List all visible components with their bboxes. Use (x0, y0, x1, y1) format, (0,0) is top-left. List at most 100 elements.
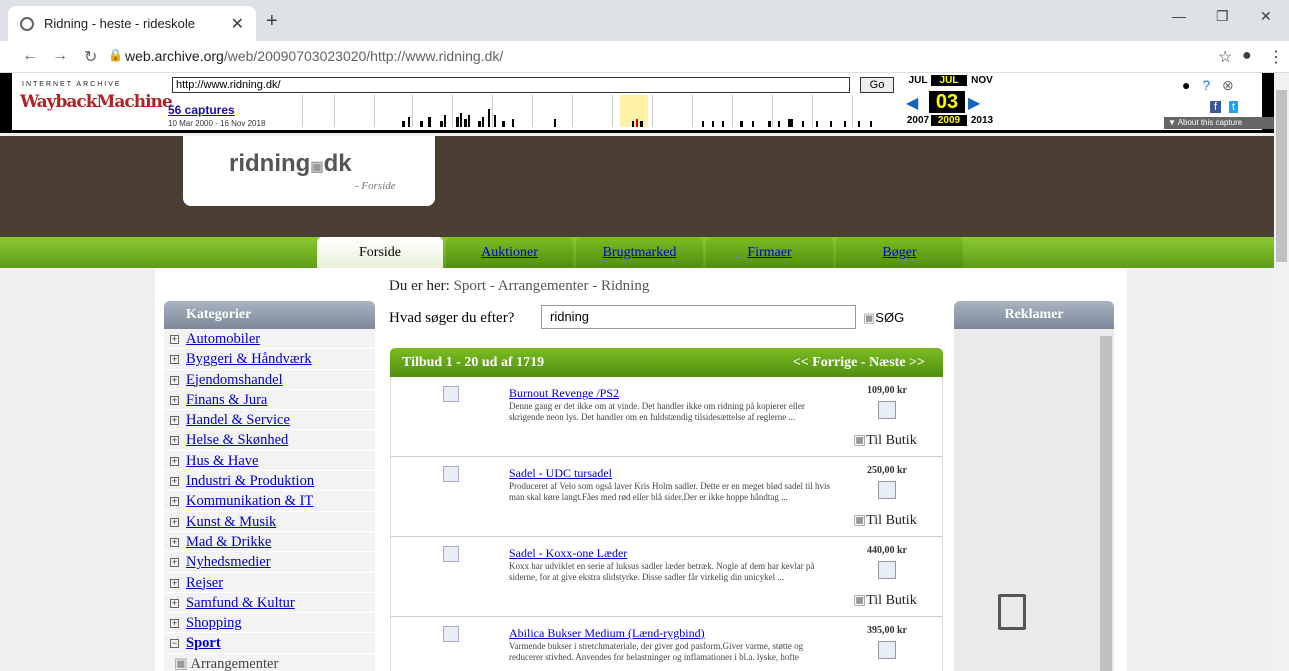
category-link[interactable]: Kunst & Musik (186, 514, 276, 530)
expand-icon[interactable]: + (170, 619, 179, 629)
tab-boger[interactable]: Bøger (836, 237, 963, 268)
breadcrumb-path[interactable]: Sport - Arrangementer - Ridning (454, 278, 650, 294)
collapse-icon[interactable]: − (170, 639, 179, 649)
shop-link[interactable]: ▣Til Butik (853, 592, 917, 609)
wayback-logo[interactable]: WaybackMachine (20, 92, 173, 112)
category-item[interactable]: + Automobiler (164, 329, 375, 350)
new-tab-button[interactable]: + (266, 10, 278, 33)
tab-firmaer[interactable]: Firmaer (706, 237, 833, 268)
category-item[interactable]: + Industri & Produktion (164, 471, 375, 492)
next-capture-icon[interactable]: ▶ (968, 93, 980, 113)
category-link[interactable]: Mad & Drikke (186, 534, 271, 550)
category-item[interactable]: + Nyhedsmedier (164, 552, 375, 573)
reload-icon[interactable]: ↻ (84, 47, 97, 67)
expand-icon[interactable]: + (170, 355, 179, 365)
category-link[interactable]: Byggeri & Håndværk (186, 351, 312, 367)
wayback-url-input[interactable]: http://www.ridning.dk/ (172, 77, 850, 93)
category-item[interactable]: + Kommunikation & IT (164, 491, 375, 512)
expand-icon[interactable]: + (170, 375, 179, 385)
category-item[interactable]: + Handel & Service (164, 410, 375, 431)
expand-icon[interactable]: + (170, 456, 179, 466)
expand-icon[interactable]: + (170, 436, 179, 446)
restore-icon[interactable]: ❐ (1216, 8, 1229, 25)
results-pagination[interactable]: << Forrige - Næste >> (793, 348, 925, 377)
category-item[interactable]: + Byggeri & Håndværk (164, 349, 375, 370)
category-link[interactable]: Kommunikation & IT (186, 493, 313, 509)
product-image[interactable] (443, 626, 459, 642)
expand-icon[interactable]: + (170, 598, 179, 608)
result-title[interactable]: Sadel - Koxx-one Læder (509, 546, 627, 561)
expand-icon[interactable]: + (170, 558, 179, 568)
result-title[interactable]: Sadel - UDC tursadel (509, 466, 612, 481)
expand-icon[interactable]: + (170, 517, 179, 527)
expand-icon[interactable]: + (170, 578, 179, 588)
back-icon[interactable]: ← (22, 47, 38, 65)
help-icon[interactable]: ? (1202, 77, 1210, 93)
capture-histogram[interactable] (302, 95, 890, 127)
expand-icon[interactable]: + (170, 537, 179, 547)
category-link[interactable]: Ejendomshandel (186, 372, 283, 388)
category-item[interactable]: + Hus & Have (164, 451, 375, 472)
price-image[interactable] (878, 481, 896, 499)
wayback-go-button[interactable]: Go (860, 77, 894, 93)
user-icon[interactable]: ● (1182, 77, 1190, 93)
expand-icon[interactable]: + (170, 395, 179, 405)
facebook-icon[interactable]: f (1210, 101, 1222, 113)
menu-icon[interactable]: ⋮ (1268, 47, 1284, 67)
category-link[interactable]: Automobiler (186, 331, 260, 347)
result-title[interactable]: Abilica Bukser Medium (Lænd-rygbind) (509, 626, 705, 641)
category-link[interactable]: Samfund & Kultur (186, 595, 295, 611)
category-link[interactable]: Handel & Service (186, 412, 290, 428)
prev-capture-icon[interactable]: ◀ (906, 93, 918, 113)
category-item[interactable]: + Shopping (164, 613, 375, 634)
category-link[interactable]: Shopping (186, 615, 242, 631)
category-item[interactable]: + Rejser (164, 573, 375, 593)
search-input[interactable]: ridning (541, 305, 856, 329)
page-scrollbar-thumb[interactable] (1276, 90, 1287, 262)
expand-icon[interactable]: + (170, 477, 179, 487)
expand-icon[interactable]: + (170, 335, 179, 344)
category-item-open[interactable]: − Sport (164, 633, 375, 654)
profile-icon[interactable]: ● (1242, 47, 1252, 65)
category-item[interactable]: + Helse & Skønhed (164, 430, 375, 451)
shop-link[interactable]: ▣Til Butik (853, 432, 917, 449)
minimize-icon[interactable]: — (1172, 8, 1186, 24)
close-toolbar-icon[interactable]: ⊗ (1222, 77, 1234, 93)
category-link[interactable]: Sport (186, 635, 221, 651)
price-image[interactable] (878, 641, 896, 659)
category-link[interactable]: Nyhedsmedier (186, 554, 271, 570)
search-button[interactable]: ▣SØG (863, 310, 904, 326)
tab-brugtmarked[interactable]: Brugtmarked (576, 237, 703, 268)
url-field[interactable]: web.archive.org/web/20090703023020/http:… (125, 48, 503, 64)
subcategory-item[interactable]: ▣ Arrangementer (164, 654, 375, 671)
forward-icon[interactable]: → (52, 47, 68, 65)
category-link[interactable]: Helse & Skønhed (186, 432, 288, 448)
price-image[interactable] (878, 401, 896, 419)
category-link[interactable]: Rejser (186, 575, 223, 591)
tab-auktioner[interactable]: Auktioner (446, 237, 573, 268)
expand-icon[interactable]: + (170, 416, 179, 426)
twitter-icon[interactable]: t (1228, 101, 1239, 113)
category-link[interactable]: Industri & Produktion (186, 473, 314, 489)
product-image[interactable] (443, 546, 459, 562)
category-item[interactable]: + Ejendomshandel (164, 370, 375, 390)
shop-link[interactable]: ▣Til Butik (853, 512, 917, 529)
category-link[interactable]: Hus & Have (186, 453, 259, 469)
category-item[interactable]: + Mad & Drikke (164, 532, 375, 553)
category-link[interactable]: Finans & Jura (186, 392, 267, 408)
category-item[interactable]: + Finans & Jura (164, 390, 375, 411)
year-next[interactable]: 2013 (964, 115, 1000, 126)
product-image[interactable] (443, 466, 459, 482)
month-next[interactable]: NOV (964, 75, 1000, 86)
price-image[interactable] (878, 561, 896, 579)
expand-icon[interactable]: + (170, 497, 179, 507)
captures-link[interactable]: 56 captures (168, 103, 235, 117)
about-capture-link[interactable]: ▼ About this capture (1164, 117, 1274, 129)
site-logo[interactable]: ridning▣dk - Forside (183, 136, 435, 206)
result-title[interactable]: Burnout Revenge /PS2 (509, 386, 619, 401)
ads-scrollbar[interactable] (1100, 336, 1112, 671)
star-icon[interactable]: ☆ (1218, 47, 1232, 67)
browser-tab[interactable]: Ridning - heste - rideskole ✕ (8, 6, 256, 41)
category-item[interactable]: + Samfund & Kultur (164, 593, 375, 614)
product-image[interactable] (443, 386, 459, 402)
